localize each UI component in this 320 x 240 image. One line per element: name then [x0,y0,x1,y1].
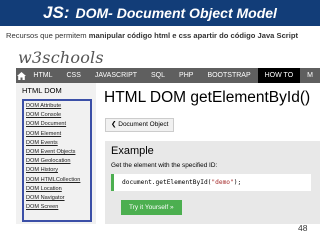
sidebar-link-dom-location[interactable]: DOM Location [26,185,90,194]
nav-bootstrap[interactable]: BOOTSTRAP [200,68,257,83]
nav-php[interactable]: PHP [172,68,200,83]
example-heading: Example [111,145,154,157]
sidebar-link-dom-htmlcollection[interactable]: DOM HTMLCollection [26,176,90,185]
sidebar-link-dom-geolocation[interactable]: DOM Geolocation [26,157,90,166]
try-it-yourself-button[interactable]: Try it Yourself » [121,200,182,215]
previous-page-button[interactable]: ❮ Document Object [105,118,175,132]
sidebar-link-dom-attribute[interactable]: DOM Attribute [26,102,90,111]
code-snippet: document.getElementById("demo"); [111,174,311,191]
code-prefix: document.getElementById( [122,179,212,186]
sidebar-link-dom-console[interactable]: DOM Console [26,111,90,120]
sidebar-link-dom-screen[interactable]: DOM Screen [26,203,90,212]
sidebar-link-dom-element[interactable]: DOM Element [26,130,90,139]
sidebar-link-dom-event-objects[interactable]: DOM Event Objects [26,148,90,157]
example-description: Get the element with the specified ID: [111,162,218,169]
slide-subtitle: Recursos que permitem manipular código h… [6,31,316,40]
sidebar-link-dom-events[interactable]: DOM Events [26,139,90,148]
logo-w3: w3 [18,48,43,67]
sidebar-link-dom-navigator[interactable]: DOM Navigator [26,194,90,203]
logo-row: w3schools [16,48,320,67]
sidebar-link-dom-document[interactable]: DOM Document [26,120,90,129]
top-navbar: HTML CSS JAVASCRIPT SQL PHP BOOTSTRAP HO… [16,68,320,83]
example-box: Example Get the element with the specifi… [105,141,320,224]
nav-sql[interactable]: SQL [144,68,172,83]
sidebar-highlighted-list: DOM Attribute DOM Console DOM Document D… [22,99,92,222]
sidebar: HTML DOM DOM Attribute DOM Console DOM D… [16,83,96,224]
sidebar-link-dom-history[interactable]: DOM History [26,166,90,175]
slide-title: DOM- Document Object Model [75,5,277,21]
slide-title-bar: JS: DOM- Document Object Model [0,0,320,26]
main-content: HTML DOM getElementById() ❮ Document Obj… [96,83,320,224]
logo-schools: schools [42,48,104,67]
slide-title-js: JS: [43,3,70,22]
home-button[interactable] [16,68,26,83]
subtitle-bold-text: manipular código html e css apartir do c… [88,31,299,40]
subtitle-normal-text: Recursos que permitem [6,31,89,40]
nav-more[interactable]: M [300,68,320,83]
w3schools-screenshot: w3schools HTML CSS JAVASCRIPT SQL PHP BO… [16,48,320,224]
w3schools-logo[interactable]: w3schools [18,48,104,68]
code-string: "demo" [211,179,234,186]
nav-html[interactable]: HTML [26,68,59,83]
code-suffix: ); [233,179,242,186]
slide-page-number: 48 [298,223,308,233]
home-icon [16,71,26,80]
nav-how-to[interactable]: HOW TO [257,68,301,83]
page-title: HTML DOM getElementById() [104,89,311,106]
nav-css[interactable]: CSS [59,68,87,83]
nav-javascript[interactable]: JAVASCRIPT [88,68,144,83]
sidebar-heading: HTML DOM [22,86,62,95]
